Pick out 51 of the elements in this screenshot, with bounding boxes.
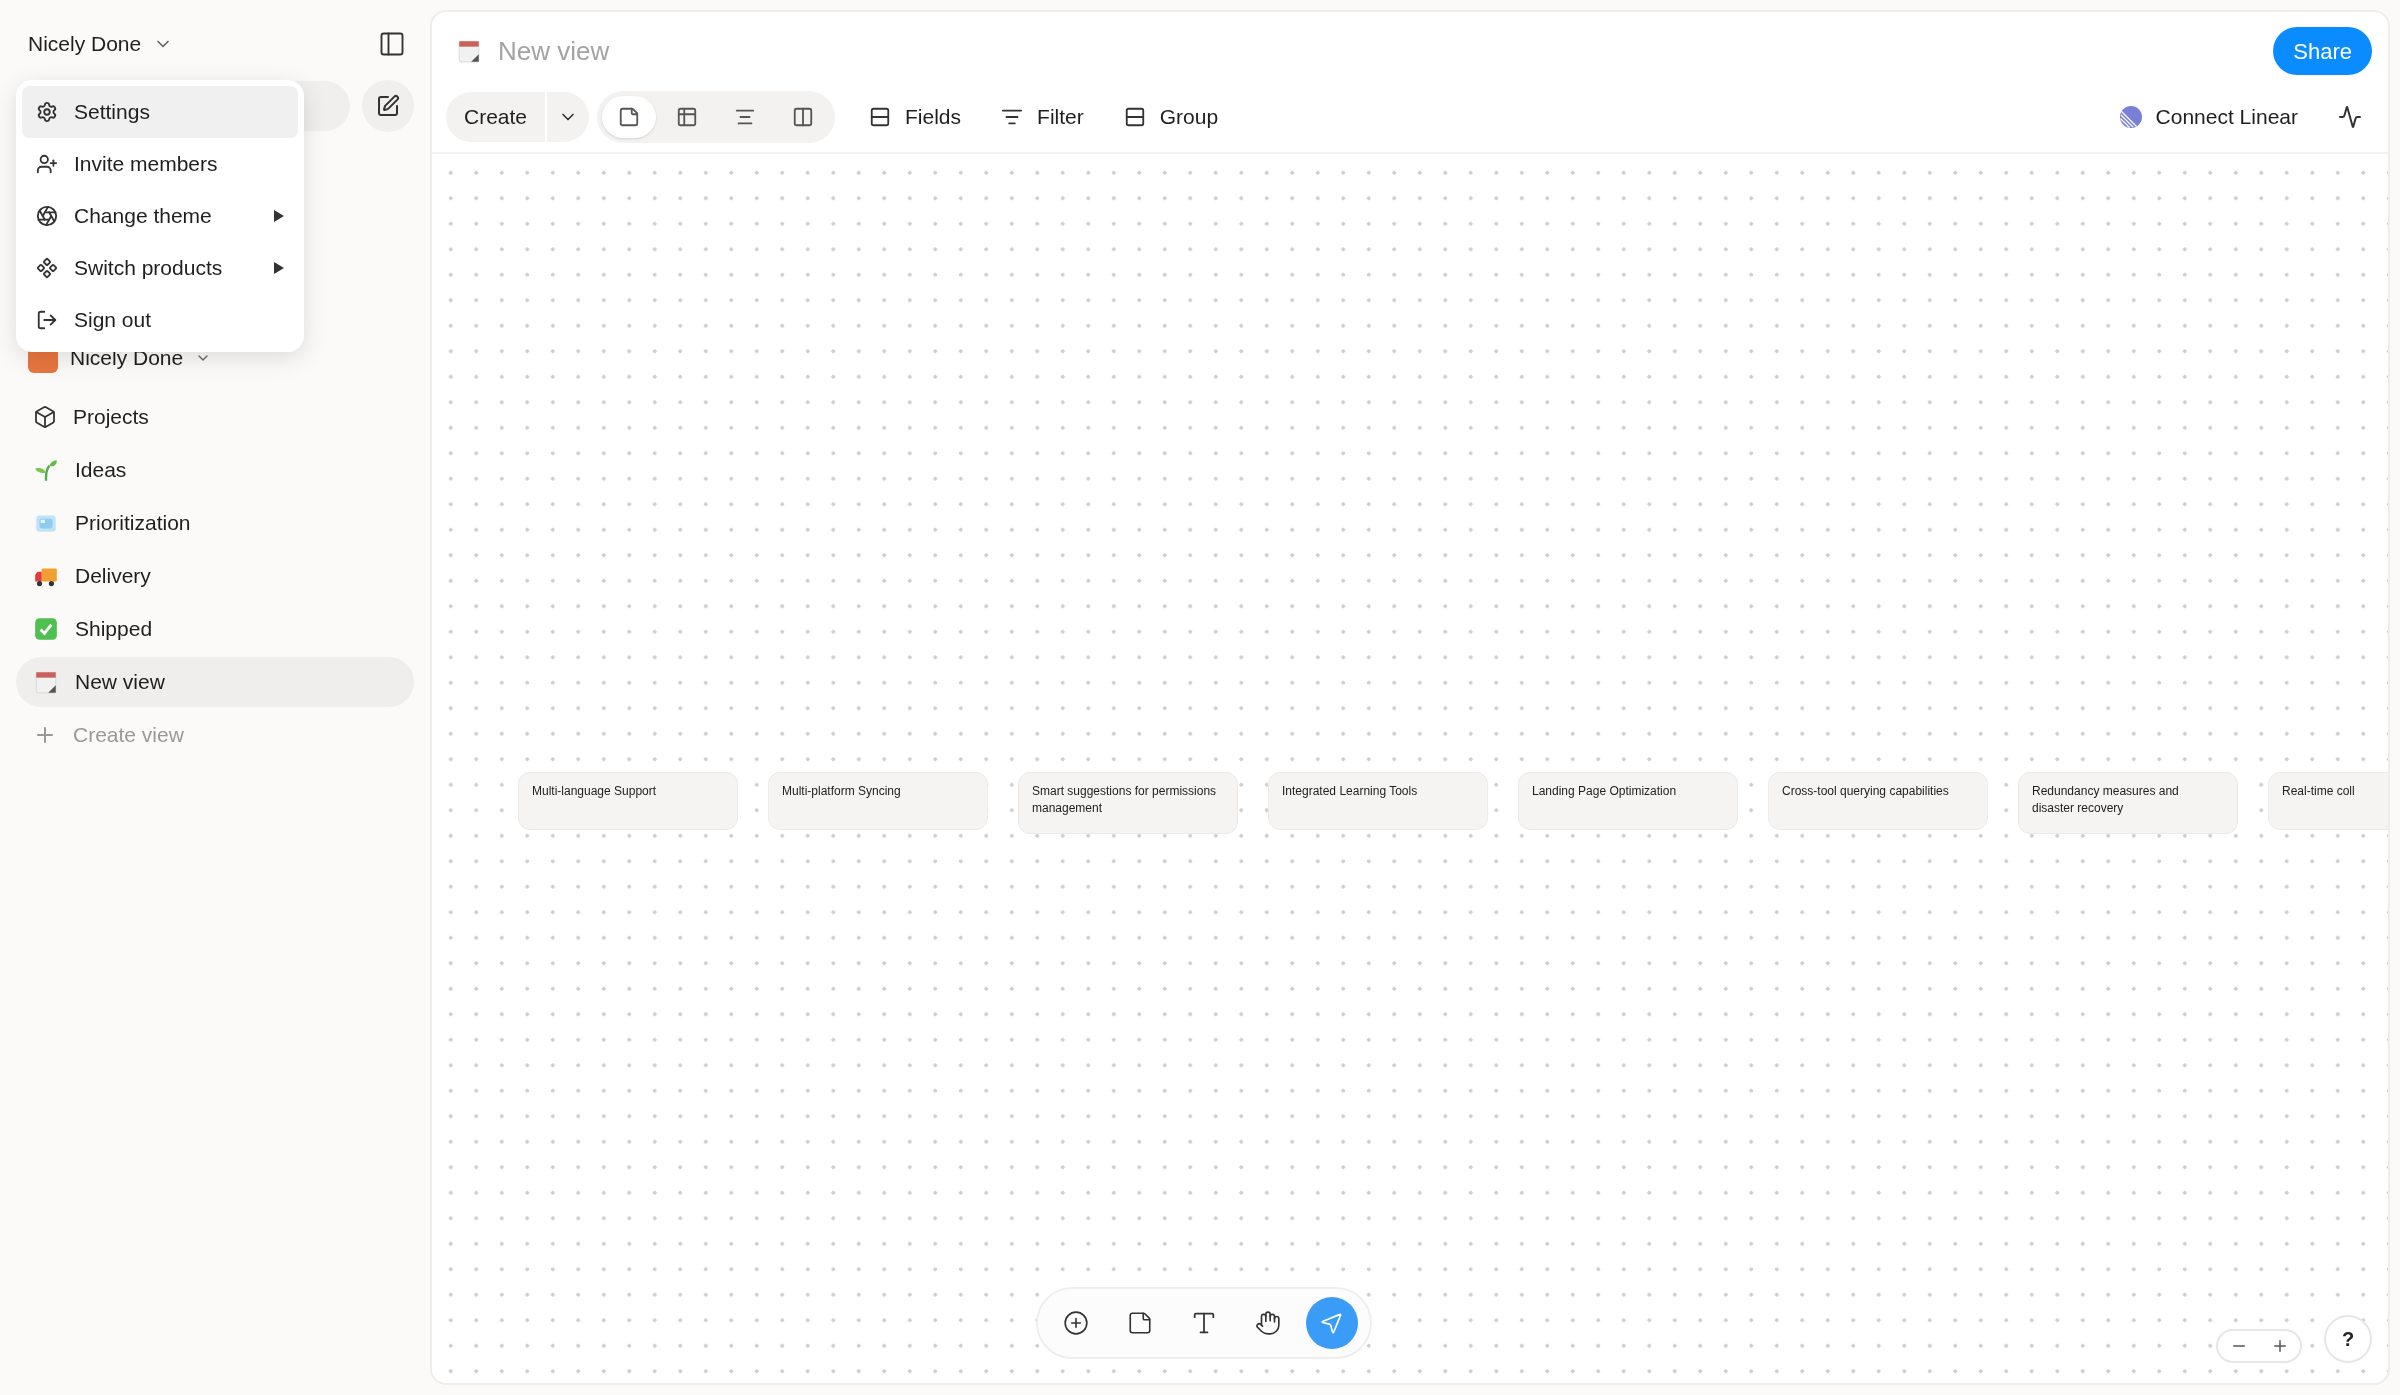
sticky-card[interactable]: Multi-language Support xyxy=(518,772,738,830)
sticky-note-view-tab[interactable] xyxy=(602,96,657,138)
sticky-card[interactable]: Integrated Learning Tools xyxy=(1268,772,1488,830)
diamonds-icon xyxy=(36,257,58,279)
table-icon xyxy=(676,106,699,128)
sidebar-item[interactable]: Delivery xyxy=(16,551,414,601)
menu-item[interactable]: Invite members xyxy=(22,138,298,190)
toolbar-button[interactable]: Filter xyxy=(1037,101,1084,133)
calendar-icon xyxy=(456,38,482,64)
menu-item[interactable]: Settings xyxy=(22,86,298,138)
compose-button[interactable] xyxy=(362,80,414,132)
menu-item[interactable]: Change theme xyxy=(22,190,298,242)
user-plus-icon xyxy=(36,153,58,175)
toolbar-button[interactable]: Fields xyxy=(905,101,962,133)
sticky-note-icon xyxy=(1127,1310,1153,1336)
workspace-switcher[interactable]: Nicely Done xyxy=(28,28,142,60)
linear-logo-icon xyxy=(2119,106,2142,128)
plus-circle-icon xyxy=(1063,1310,1089,1336)
group-icon xyxy=(1123,106,1146,128)
menu-item[interactable]: Sign out xyxy=(22,294,298,346)
connect-linear-button[interactable]: Connect Linear xyxy=(2155,101,2298,133)
sidebar-item[interactable]: Shipped xyxy=(16,604,414,654)
activity-icon[interactable] xyxy=(2338,105,2362,129)
sticky-card[interactable]: Cross-tool querying capabilities xyxy=(1768,772,1988,830)
sidebar-item[interactable]: Projects xyxy=(16,392,414,442)
sidebar-item[interactable]: Ideas xyxy=(16,445,414,495)
toolbar-button[interactable]: Group xyxy=(1159,101,1219,133)
sticky-card[interactable]: Smart suggestions for permissions management xyxy=(1018,772,1238,834)
sticky-card[interactable]: Real-time coll xyxy=(2268,772,2388,830)
select-tool-button[interactable] xyxy=(1306,1297,1358,1349)
sticky-note-icon xyxy=(618,106,641,128)
calendar-icon xyxy=(33,669,59,695)
cube-icon xyxy=(33,405,57,429)
columns-icon xyxy=(792,106,815,128)
sidebar-toggle-icon[interactable] xyxy=(378,30,406,58)
hand-icon xyxy=(1255,1310,1281,1336)
settings-icon xyxy=(36,101,58,123)
compose-icon xyxy=(376,94,400,118)
checkmark-icon xyxy=(33,616,59,642)
sticky-card[interactable]: Landing Page Optimization xyxy=(1518,772,1738,830)
fields-icon xyxy=(869,106,892,128)
sticky-card[interactable]: Redundancy measures and disaster recovery xyxy=(2018,772,2238,834)
sidebar-item[interactable]: Prioritization xyxy=(16,498,414,548)
sprout-icon xyxy=(33,457,59,483)
sign-out-icon xyxy=(36,309,58,331)
help-button[interactable]: ? xyxy=(2324,1315,2372,1363)
create-button[interactable]: Create xyxy=(446,92,546,142)
sticky-card[interactable]: Multi-platform Syncing xyxy=(768,772,988,830)
sidebar-item[interactable]: New view xyxy=(16,657,414,707)
menu-item[interactable]: Switch products xyxy=(22,242,298,294)
aperture-icon xyxy=(36,205,58,227)
